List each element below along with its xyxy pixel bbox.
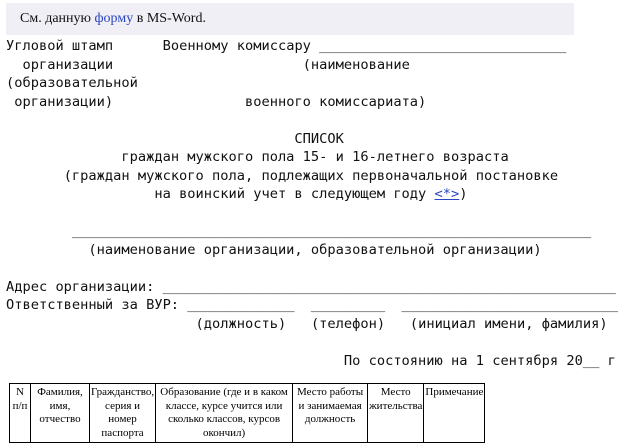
stamp-line-2: организации — [22, 56, 114, 73]
addressee-hint-1: (наименование — [302, 56, 410, 73]
stamp-line-1: Угловой штамп — [6, 38, 114, 54]
note-suffix: в MS-Word. — [133, 11, 206, 26]
subtitle-2: (граждан мужского пола, подлежащих перво… — [63, 167, 559, 184]
org-hint: (наименование организации, образовательн… — [88, 241, 542, 258]
stamp-line-4: организации) — [14, 93, 114, 110]
addressee-hint-2: военного комиссариата) — [245, 93, 427, 110]
citizens-table: N п/п Фамилия, имя, отчество Гражданство… — [9, 383, 486, 443]
form-link[interactable]: форму — [94, 11, 133, 26]
table-header-row: N п/п Фамилия, имя, отчество Гражданство… — [9, 383, 486, 443]
stamp-line-3: (образовательной — [6, 75, 138, 91]
footnote-link[interactable]: <*> — [435, 186, 460, 202]
col-note: Примечание — [423, 383, 486, 443]
list-title: СПИСОК — [294, 130, 344, 147]
as-of-date: По состоянию на 1 сентября 20__ г — [343, 352, 616, 369]
note-prefix: См. данную — [20, 11, 95, 26]
hint-phone: (телефон) — [310, 315, 386, 332]
col-residence: Место жительства — [367, 383, 425, 443]
subtitle-1: граждан мужского пола 15- и 16-летнего в… — [121, 149, 509, 165]
hint-position: (должность) — [195, 315, 287, 332]
hint-name: (инициал имени, фамилия) — [409, 315, 608, 332]
col-name: Фамилия, имя, отчество — [30, 383, 90, 443]
col-education: Образование (где и в каком классе, курсе… — [155, 383, 294, 443]
subtitle-3: на воинский учет в следующем году — [154, 186, 427, 202]
document-body: Угловой штамп Военному комиссару _______… — [6, 38, 618, 369]
responsible-label: Ответственный за ВУР: — [6, 297, 180, 313]
source-note: См. данную форму в MS-Word. — [6, 3, 574, 35]
col-number: N п/п — [9, 383, 31, 443]
address-label: Адрес организации: — [6, 278, 155, 295]
col-workplace: Место работы и занимаемая должность — [292, 383, 369, 443]
addressee-label: Военному комиссару — [162, 38, 311, 54]
col-citizenship: Гражданство, серия и номер паспорта — [88, 383, 157, 443]
